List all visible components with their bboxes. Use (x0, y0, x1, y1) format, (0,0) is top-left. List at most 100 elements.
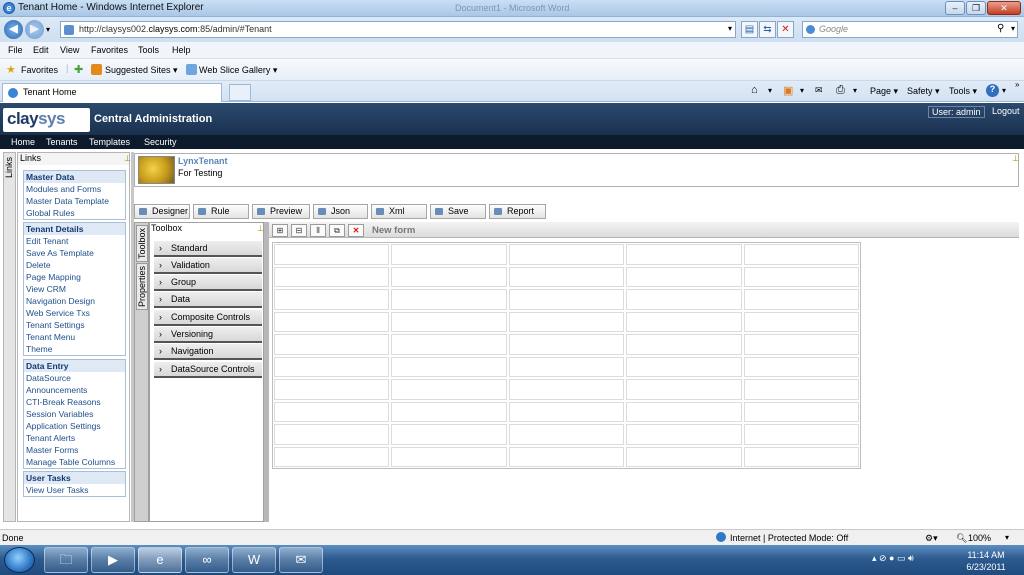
form-grid-cell[interactable] (743, 424, 859, 445)
zoom-level[interactable]: 100% (968, 533, 991, 543)
form-grid-cell[interactable] (274, 446, 390, 467)
form-grid-cell[interactable] (508, 266, 625, 287)
link-navigation-design[interactable]: Navigation Design (24, 295, 125, 307)
link-datasource[interactable]: DataSource (24, 372, 125, 384)
toolbox-composite-controls[interactable]: › Composite Controls (154, 310, 262, 326)
toolbox-navigation[interactable]: › Navigation (154, 344, 262, 360)
form-grid-cell[interactable] (626, 356, 742, 377)
back-button[interactable]: ◀ (4, 20, 23, 39)
feeds-dropdown-icon[interactable]: ▾ (800, 86, 804, 95)
form-grid-cell[interactable] (508, 446, 625, 467)
menu-edit[interactable]: Edit (33, 45, 49, 55)
nav-home[interactable]: Home (11, 137, 35, 147)
link-tenant-settings[interactable]: Tenant Settings (24, 319, 125, 331)
explorer-taskbar-icon[interactable]: 🗀 (44, 547, 88, 573)
form-grid-cell[interactable] (391, 446, 507, 467)
xml-button[interactable]: Xml (371, 204, 427, 219)
search-input[interactable]: Google (802, 21, 1018, 38)
restore-button[interactable]: ❐ (966, 1, 986, 15)
designer-button[interactable]: Designer (134, 204, 190, 219)
link-page-mapping[interactable]: Page Mapping (24, 271, 125, 283)
link-master-forms[interactable]: Master Forms (24, 444, 125, 456)
link-global-rules[interactable]: Global Rules (24, 207, 125, 219)
form-grid-cell[interactable] (274, 401, 390, 422)
form-grid-cell[interactable] (391, 401, 507, 422)
form-grid-cell[interactable] (743, 266, 859, 287)
suggested-sites-link[interactable]: Suggested Sites ▾ (105, 65, 178, 76)
ie-taskbar-icon[interactable]: e (138, 547, 182, 573)
toolbox-validation[interactable]: › Validation (154, 258, 262, 274)
mail-icon[interactable]: ✉ (815, 85, 823, 96)
toolbox-group[interactable]: › Group (154, 275, 262, 291)
form-grid-cell[interactable] (391, 244, 507, 265)
media-player-taskbar-icon[interactable]: ▶ (91, 547, 135, 573)
form-grid-cell[interactable] (743, 356, 859, 377)
form-grid-cell[interactable] (626, 311, 742, 332)
form-grid-cell[interactable] (274, 334, 390, 355)
toolbox-datasource-controls[interactable]: › DataSource Controls (154, 362, 262, 378)
help-icon[interactable]: ? (986, 84, 999, 97)
chevron-more-icon[interactable]: » (1015, 80, 1019, 89)
address-dropdown-icon[interactable]: ▾ (728, 24, 732, 33)
search-icon[interactable]: ⚲ (997, 23, 1004, 34)
form-grid-cell[interactable] (508, 334, 625, 355)
toolbox-data[interactable]: › Data (154, 292, 262, 308)
link-application-settings[interactable]: Application Settings (24, 420, 125, 432)
link-announcements[interactable]: Announcements (24, 384, 125, 396)
form-grid-cell[interactable] (391, 424, 507, 445)
insert-row-icon[interactable]: ⊞ (272, 224, 288, 237)
link-save-as-template[interactable]: Save As Template (24, 247, 125, 259)
form-grid-cell[interactable] (508, 311, 625, 332)
split-cell-icon[interactable]: ⫴ (310, 224, 326, 237)
nav-tenants[interactable]: Tenants (46, 137, 78, 147)
insert-column-icon[interactable]: ⊟ (291, 224, 307, 237)
form-grid-cell[interactable] (508, 424, 625, 445)
form-grid-cell[interactable] (391, 356, 507, 377)
history-dropdown-icon[interactable]: ▾ (46, 25, 50, 34)
help-dropdown-icon[interactable]: ▾ (1002, 86, 1006, 95)
menu-tools[interactable]: Tools (138, 45, 159, 55)
zoom-dropdown-icon[interactable]: ▾ (1005, 533, 1009, 542)
add-favorite-icon[interactable]: ✚ (74, 63, 83, 76)
start-button[interactable] (4, 547, 35, 573)
link-view-user-tasks[interactable]: View User Tasks (24, 484, 125, 496)
form-grid-cell[interactable] (508, 244, 625, 265)
refresh-icon[interactable]: ⇆ (759, 21, 776, 38)
link-view-crm[interactable]: View CRM (24, 283, 125, 295)
nav-templates[interactable]: Templates (89, 137, 130, 147)
toolbox-versioning[interactable]: › Versioning (154, 327, 262, 343)
tab-tenant-home[interactable]: Tenant Home (2, 83, 222, 102)
compatibility-view-icon[interactable]: ▤ (741, 21, 758, 38)
form-grid-cell[interactable] (626, 446, 742, 467)
pin-icon[interactable]: ⊥ (124, 154, 131, 163)
properties-side-tab[interactable]: Properties (136, 263, 148, 311)
link-master-data-template[interactable]: Master Data Template (24, 195, 125, 207)
print-icon[interactable]: ⎙ (836, 84, 845, 97)
taskbar-clock[interactable]: 11:14 AM 6/23/2011 (960, 549, 1012, 573)
form-grid-cell[interactable] (391, 289, 507, 310)
rule-button[interactable]: Rule (193, 204, 249, 219)
form-grid-cell[interactable] (274, 356, 390, 377)
form-grid-cell[interactable] (508, 401, 625, 422)
menu-help[interactable]: Help (172, 45, 191, 55)
menu-file[interactable]: File (8, 45, 23, 55)
form-grid-cell[interactable] (626, 244, 742, 265)
search-options-icon[interactable]: ▾ (1011, 24, 1015, 33)
form-grid-cell[interactable] (508, 356, 625, 377)
delete-icon[interactable]: ✕ (348, 224, 364, 237)
form-grid-cell[interactable] (743, 244, 859, 265)
popup-blocker-icon[interactable]: ⚙▾ (925, 533, 938, 544)
tools-menu[interactable]: Tools ▾ (949, 86, 977, 97)
link-modules-and-forms[interactable]: Modules and Forms (24, 183, 125, 195)
toolbox-side-tab[interactable]: Toolbox (136, 225, 148, 263)
form-grid-cell[interactable] (391, 334, 507, 355)
stop-icon[interactable]: ✕ (777, 21, 794, 38)
form-grid-cell[interactable] (743, 446, 859, 467)
link-delete[interactable]: Delete (24, 259, 125, 271)
home-dropdown-icon[interactable]: ▾ (768, 86, 772, 95)
form-grid-cell[interactable] (626, 266, 742, 287)
form-grid-cell[interactable] (743, 379, 859, 400)
home-icon[interactable]: ⌂ (751, 84, 758, 96)
link-cti-break-reasons[interactable]: CTI-Break Reasons (24, 396, 125, 408)
link-web-service-txs[interactable]: Web Service Txs (24, 307, 125, 319)
